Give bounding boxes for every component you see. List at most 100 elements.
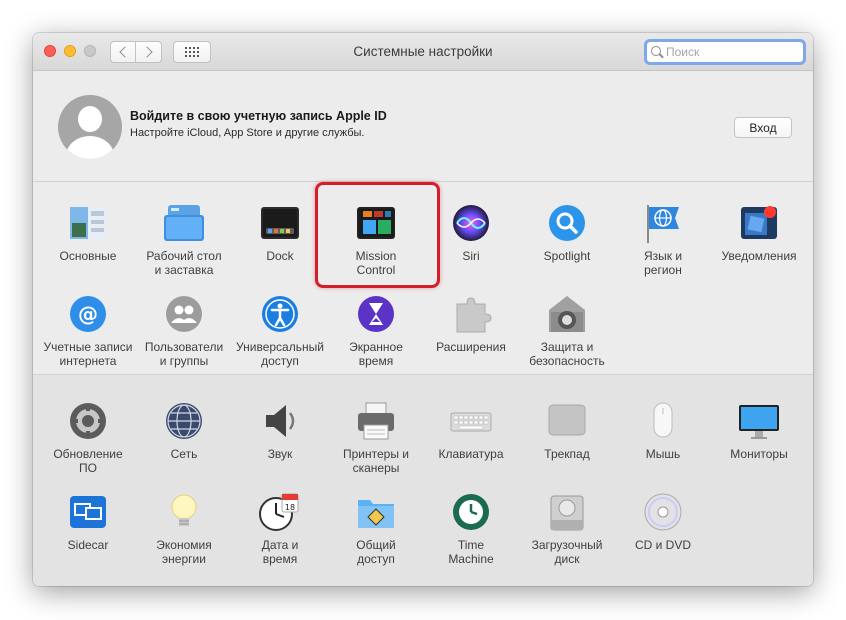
- pref-item-software-update[interactable]: Обновление ПО: [40, 399, 136, 475]
- minimize-button[interactable]: [64, 45, 76, 57]
- pref-item-energy-saver[interactable]: Экономия энергии: [136, 490, 232, 566]
- cd-dvd-icon: [641, 490, 685, 534]
- pref-item-label: Дата и время: [261, 538, 299, 566]
- pref-item-label: Time Machine: [448, 538, 494, 566]
- mouse-icon: [641, 399, 685, 443]
- avatar[interactable]: [58, 95, 122, 159]
- chevron-left-icon: [118, 46, 131, 58]
- pref-item-keyboard[interactable]: Клавиатура: [423, 399, 519, 461]
- title-bar: Системные настройки: [33, 33, 813, 71]
- pref-item-label: Принтеры и сканеры: [343, 447, 409, 475]
- software-update-icon: [66, 399, 110, 443]
- pref-item-label: CD и DVD: [634, 538, 692, 552]
- pref-item-dock[interactable]: Dock: [232, 201, 328, 263]
- apple-id-title: Войдите в свою учетную запись Apple ID: [130, 109, 387, 123]
- apple-id-banner: Войдите в свою учетную запись Apple ID Н…: [33, 71, 813, 182]
- pref-item-spotlight[interactable]: Spotlight: [519, 201, 615, 263]
- pref-item-label: Язык и регион: [643, 249, 683, 277]
- security-privacy-icon: [545, 292, 589, 336]
- sound-icon: [258, 399, 302, 443]
- pref-item-time-machine[interactable]: Time Machine: [423, 490, 519, 566]
- user-silhouette-icon: [78, 106, 102, 132]
- pref-item-general[interactable]: Основные: [40, 201, 136, 263]
- notifications-icon: [737, 201, 781, 245]
- pref-item-cd-dvd[interactable]: CD и DVD: [615, 490, 711, 552]
- preferences-window: Системные настройки Войдите в свою учетн…: [33, 33, 813, 586]
- pref-item-sidecar[interactable]: Sidecar: [40, 490, 136, 552]
- apple-id-subtitle: Настройте iCloud, App Store и другие слу…: [130, 127, 365, 139]
- pref-item-label: Уведомления: [721, 249, 797, 263]
- pref-item-language-region[interactable]: Язык и регион: [615, 201, 711, 277]
- language-region-icon: [641, 201, 685, 245]
- pref-item-desktop-screensaver[interactable]: Рабочий стол и заставка: [136, 201, 232, 277]
- pref-item-label: Учетные записи интернета: [43, 340, 133, 368]
- svg-text:18: 18: [285, 503, 295, 512]
- close-button[interactable]: [44, 45, 56, 57]
- extensions-icon: [449, 292, 493, 336]
- search-field[interactable]: [644, 39, 806, 65]
- trackpad-icon: [545, 399, 589, 443]
- pref-item-label: Защита и безопасность: [529, 340, 605, 368]
- pref-item-label: Расширения: [436, 340, 506, 354]
- pref-item-label: Клавиатура: [438, 447, 504, 461]
- date-time-icon: 18: [258, 490, 302, 534]
- pref-item-internet-accounts[interactable]: @ Учетные записи интернета: [40, 292, 136, 368]
- screen-time-icon: [354, 292, 398, 336]
- sharing-icon: [354, 490, 398, 534]
- pref-item-label: Dock: [266, 249, 294, 263]
- pref-item-users-groups[interactable]: Пользователи и группы: [136, 292, 232, 368]
- back-button[interactable]: [110, 41, 136, 63]
- displays-icon: [737, 399, 781, 443]
- pref-item-sharing[interactable]: Общий доступ: [328, 490, 424, 566]
- pref-item-label: Sidecar: [67, 538, 109, 552]
- pref-item-date-time[interactable]: 18 Дата и время: [232, 490, 328, 566]
- startup-disk-icon: [545, 490, 589, 534]
- pref-item-label: Мониторы: [730, 447, 788, 461]
- show-all-button[interactable]: [173, 41, 211, 63]
- pref-item-label: Общий доступ: [356, 538, 396, 566]
- grid-icon: [185, 47, 199, 57]
- svg-text:@: @: [78, 302, 98, 326]
- time-machine-icon: [449, 490, 493, 534]
- highlight-frame: [315, 182, 440, 288]
- pref-item-sound[interactable]: Звук: [232, 399, 328, 461]
- pref-item-label: Обновление ПО: [53, 447, 123, 475]
- pref-item-printers-scanners[interactable]: Принтеры и сканеры: [328, 399, 424, 475]
- pref-item-startup-disk[interactable]: Загрузочный диск: [519, 490, 615, 566]
- sign-in-button[interactable]: Вход: [734, 117, 792, 138]
- energy-saver-icon: [162, 490, 206, 534]
- search-icon: [651, 46, 663, 58]
- pref-item-label: Универсальный доступ: [236, 340, 324, 368]
- pref-item-security-privacy[interactable]: Защита и безопасность: [519, 292, 615, 368]
- pref-item-notifications[interactable]: Уведомления: [711, 201, 807, 263]
- network-icon: [162, 399, 206, 443]
- siri-icon: [449, 201, 493, 245]
- pref-item-network[interactable]: Сеть: [136, 399, 232, 461]
- pref-item-label: Загрузочный диск: [531, 538, 603, 566]
- accessibility-icon: [258, 292, 302, 336]
- pref-item-label: Пользователи и группы: [144, 340, 224, 368]
- users-groups-icon: [162, 292, 206, 336]
- pref-item-screen-time[interactable]: Экранное время: [328, 292, 424, 368]
- pref-item-label: Рабочий стол и заставка: [146, 249, 222, 277]
- pref-item-trackpad[interactable]: Трекпад: [519, 399, 615, 461]
- pref-item-label: Трекпад: [544, 447, 590, 461]
- pref-item-label: Сеть: [170, 447, 198, 461]
- dock-icon: [258, 201, 302, 245]
- pref-item-label: Звук: [267, 447, 293, 461]
- pref-item-label: Spotlight: [543, 249, 591, 263]
- pref-item-label: Мышь: [645, 447, 681, 461]
- preferences-section-hardware: Обновление ПО Сеть Звук Принтеры и сканеры К…: [33, 374, 813, 586]
- pref-item-extensions[interactable]: Расширения: [423, 292, 519, 354]
- spotlight-icon: [545, 201, 589, 245]
- search-input[interactable]: [666, 45, 796, 59]
- pref-item-displays[interactable]: Мониторы: [711, 399, 807, 461]
- forward-button[interactable]: [136, 41, 162, 63]
- zoom-button[interactable]: [84, 45, 96, 57]
- pref-item-accessibility[interactable]: Универсальный доступ: [232, 292, 328, 368]
- pref-item-mouse[interactable]: Мышь: [615, 399, 711, 461]
- desktop-screensaver-icon: [162, 201, 206, 245]
- keyboard-icon: [449, 399, 493, 443]
- sidecar-icon: [66, 490, 110, 534]
- window-title: Системные настройки: [353, 44, 493, 59]
